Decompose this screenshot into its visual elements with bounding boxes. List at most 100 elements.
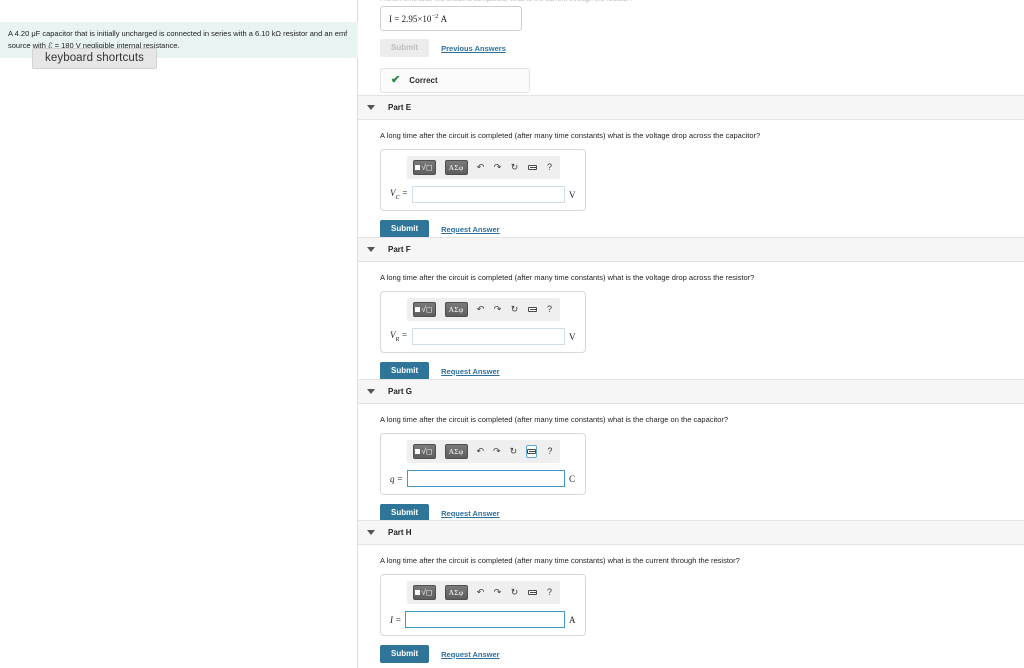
part-h-body: A long time after the circuit is complet… — [358, 545, 1024, 663]
greek-symbols-button[interactable]: ΑΣφ — [444, 160, 468, 175]
previous-answer-text: I = 2.95×10 — [389, 14, 432, 24]
part-e-unit-label: V — [569, 189, 576, 200]
part-f-header[interactable]: Part F — [358, 237, 1024, 262]
part-h-answer-input[interactable] — [405, 611, 565, 628]
previous-part-block: I = 2.95×10−2 A Submit Previous Answers … — [380, 6, 1000, 93]
part-g-answer-card: √◻ ΑΣφ ↶ ↷ ↻ ? q = C — [380, 433, 586, 495]
part-h-title: Part H — [388, 528, 412, 537]
part-f-submit-button[interactable]: Submit — [380, 362, 430, 380]
part-g-question: A long time after the circuit is complet… — [380, 415, 729, 424]
help-icon[interactable]: ? — [546, 586, 554, 599]
part-e-math-toolbar: √◻ ΑΣφ ↶ ↷ ↻ ? — [406, 156, 560, 179]
previous-answer-box[interactable]: I = 2.95×10−2 A — [380, 6, 522, 31]
keyboard-icon[interactable] — [527, 303, 537, 316]
section-part-f: Part F A long time after the circuit is … — [358, 237, 1024, 380]
part-h-variable-label: I = — [390, 614, 402, 625]
chevron-down-icon[interactable] — [367, 105, 375, 110]
part-h-unit-label: A — [569, 614, 576, 625]
greek-symbols-button[interactable]: ΑΣφ — [444, 444, 468, 459]
part-e-variable-label: VC = — [390, 188, 408, 201]
chevron-down-icon[interactable] — [367, 389, 375, 394]
help-icon[interactable]: ? — [546, 303, 554, 316]
part-f-answer-input[interactable] — [411, 328, 565, 345]
part-e-header[interactable]: Part E — [358, 95, 1024, 120]
part-e-input-row: VC = V — [387, 186, 579, 203]
part-h-answer-card: √◻ ΑΣφ ↶ ↷ ↻ ? I = A — [380, 574, 586, 636]
section-part-e: Part E A long time after the circuit is … — [358, 95, 1024, 238]
template-button[interactable]: √◻ — [412, 160, 436, 175]
help-icon[interactable]: ? — [546, 161, 554, 174]
greek-button-label: ΑΣφ — [448, 163, 464, 172]
check-icon: ✔ — [391, 74, 401, 86]
section-part-g: Part G A long time after the circuit is … — [358, 379, 1024, 522]
previous-answer-exponent: −2 — [431, 13, 439, 20]
keyboard-icon[interactable] — [526, 445, 538, 458]
reset-icon[interactable]: ↻ — [511, 303, 519, 316]
part-f-math-toolbar: √◻ ΑΣφ ↶ ↷ ↻ ? — [406, 298, 560, 321]
section-part-h: Part H A long time after the circuit is … — [358, 520, 1024, 663]
part-g-title: Part G — [388, 387, 413, 396]
redo-icon[interactable]: ↷ — [494, 161, 502, 174]
left-panel: A 4.20 μF capacitor that is initially un… — [0, 0, 358, 668]
redo-icon[interactable]: ↷ — [493, 445, 501, 458]
redo-icon[interactable]: ↷ — [494, 586, 502, 599]
part-e-answer-card: √◻ ΑΣφ ↶ ↷ ↻ ? VC = V — [380, 149, 586, 211]
part-f-input-row: VR = V — [387, 328, 579, 345]
greek-symbols-button[interactable]: ΑΣφ — [444, 302, 468, 317]
template-button[interactable]: √◻ — [412, 302, 436, 317]
undo-icon[interactable]: ↶ — [477, 303, 485, 316]
part-g-header[interactable]: Part G — [358, 379, 1024, 404]
part-h-request-answer-link[interactable]: Request Answer — [441, 650, 500, 659]
part-e-question: A long time after the circuit is complet… — [380, 131, 761, 140]
part-f-unit-label: V — [569, 331, 576, 342]
status-badge: Correct — [409, 76, 438, 85]
part-h-submit-button[interactable]: Submit — [380, 645, 430, 663]
keyboard-icon[interactable] — [527, 586, 537, 599]
var-subscript: R — [395, 336, 400, 343]
template-button[interactable]: √◻ — [412, 585, 436, 600]
status-banner: ✔ Correct — [380, 68, 530, 93]
part-h-header[interactable]: Part H — [358, 520, 1024, 545]
part-e-body: A long time after the circuit is complet… — [358, 120, 1024, 238]
part-g-math-toolbar: √◻ ΑΣφ ↶ ↷ ↻ ? — [406, 440, 560, 463]
part-f-variable-label: VR = — [390, 330, 408, 343]
previous-answer-value: I = 2.95×10−2 A — [389, 13, 447, 24]
greek-button-label: ΑΣφ — [448, 588, 464, 597]
redo-icon[interactable]: ↷ — [494, 303, 502, 316]
help-icon[interactable]: ? — [546, 445, 553, 458]
page-root: A 4.20 μF capacitor that is initially un… — [0, 0, 1024, 668]
reset-icon[interactable]: ↻ — [511, 161, 519, 174]
reset-icon[interactable]: ↻ — [510, 445, 518, 458]
template-button[interactable]: √◻ — [412, 444, 436, 459]
previous-part-actions: Submit Previous Answers — [380, 39, 1000, 57]
var-symbol: I — [390, 614, 393, 625]
part-f-question: A long time after the circuit is complet… — [380, 273, 755, 282]
part-e-request-answer-link[interactable]: Request Answer — [441, 225, 500, 234]
part-f-request-answer-link[interactable]: Request Answer — [441, 367, 500, 376]
part-h-question: A long time after the circuit is complet… — [380, 556, 740, 565]
part-g-body: A long time after the circuit is complet… — [358, 404, 1024, 522]
part-f-title: Part F — [388, 245, 411, 254]
undo-icon[interactable]: ↶ — [477, 586, 485, 599]
part-e-title: Part E — [388, 103, 412, 112]
part-g-variable-label: q = — [390, 473, 403, 484]
greek-button-label: ΑΣφ — [448, 447, 464, 456]
chevron-down-icon[interactable] — [367, 247, 375, 252]
part-f-body: A long time after the circuit is complet… — [358, 262, 1024, 380]
chevron-down-icon[interactable] — [367, 530, 375, 535]
part-e-answer-input[interactable] — [411, 186, 565, 203]
greek-symbols-button[interactable]: ΑΣφ — [444, 585, 468, 600]
reset-icon[interactable]: ↻ — [511, 586, 519, 599]
var-subscript: C — [395, 194, 400, 201]
part-g-request-answer-link[interactable]: Request Answer — [441, 509, 500, 518]
part-g-input-row: q = C — [387, 470, 579, 487]
part-e-submit-button[interactable]: Submit — [380, 220, 430, 238]
part-g-answer-input[interactable] — [406, 470, 565, 487]
part-f-answer-card: √◻ ΑΣφ ↶ ↷ ↻ ? VR = V — [380, 291, 586, 353]
previous-answers-link[interactable]: Previous Answers — [441, 44, 506, 53]
previous-answer-unit: A — [440, 14, 448, 24]
undo-icon[interactable]: ↶ — [477, 161, 485, 174]
part-f-actions: Submit Request Answer — [380, 362, 1024, 380]
undo-icon[interactable]: ↶ — [477, 445, 485, 458]
keyboard-icon[interactable] — [527, 161, 537, 174]
